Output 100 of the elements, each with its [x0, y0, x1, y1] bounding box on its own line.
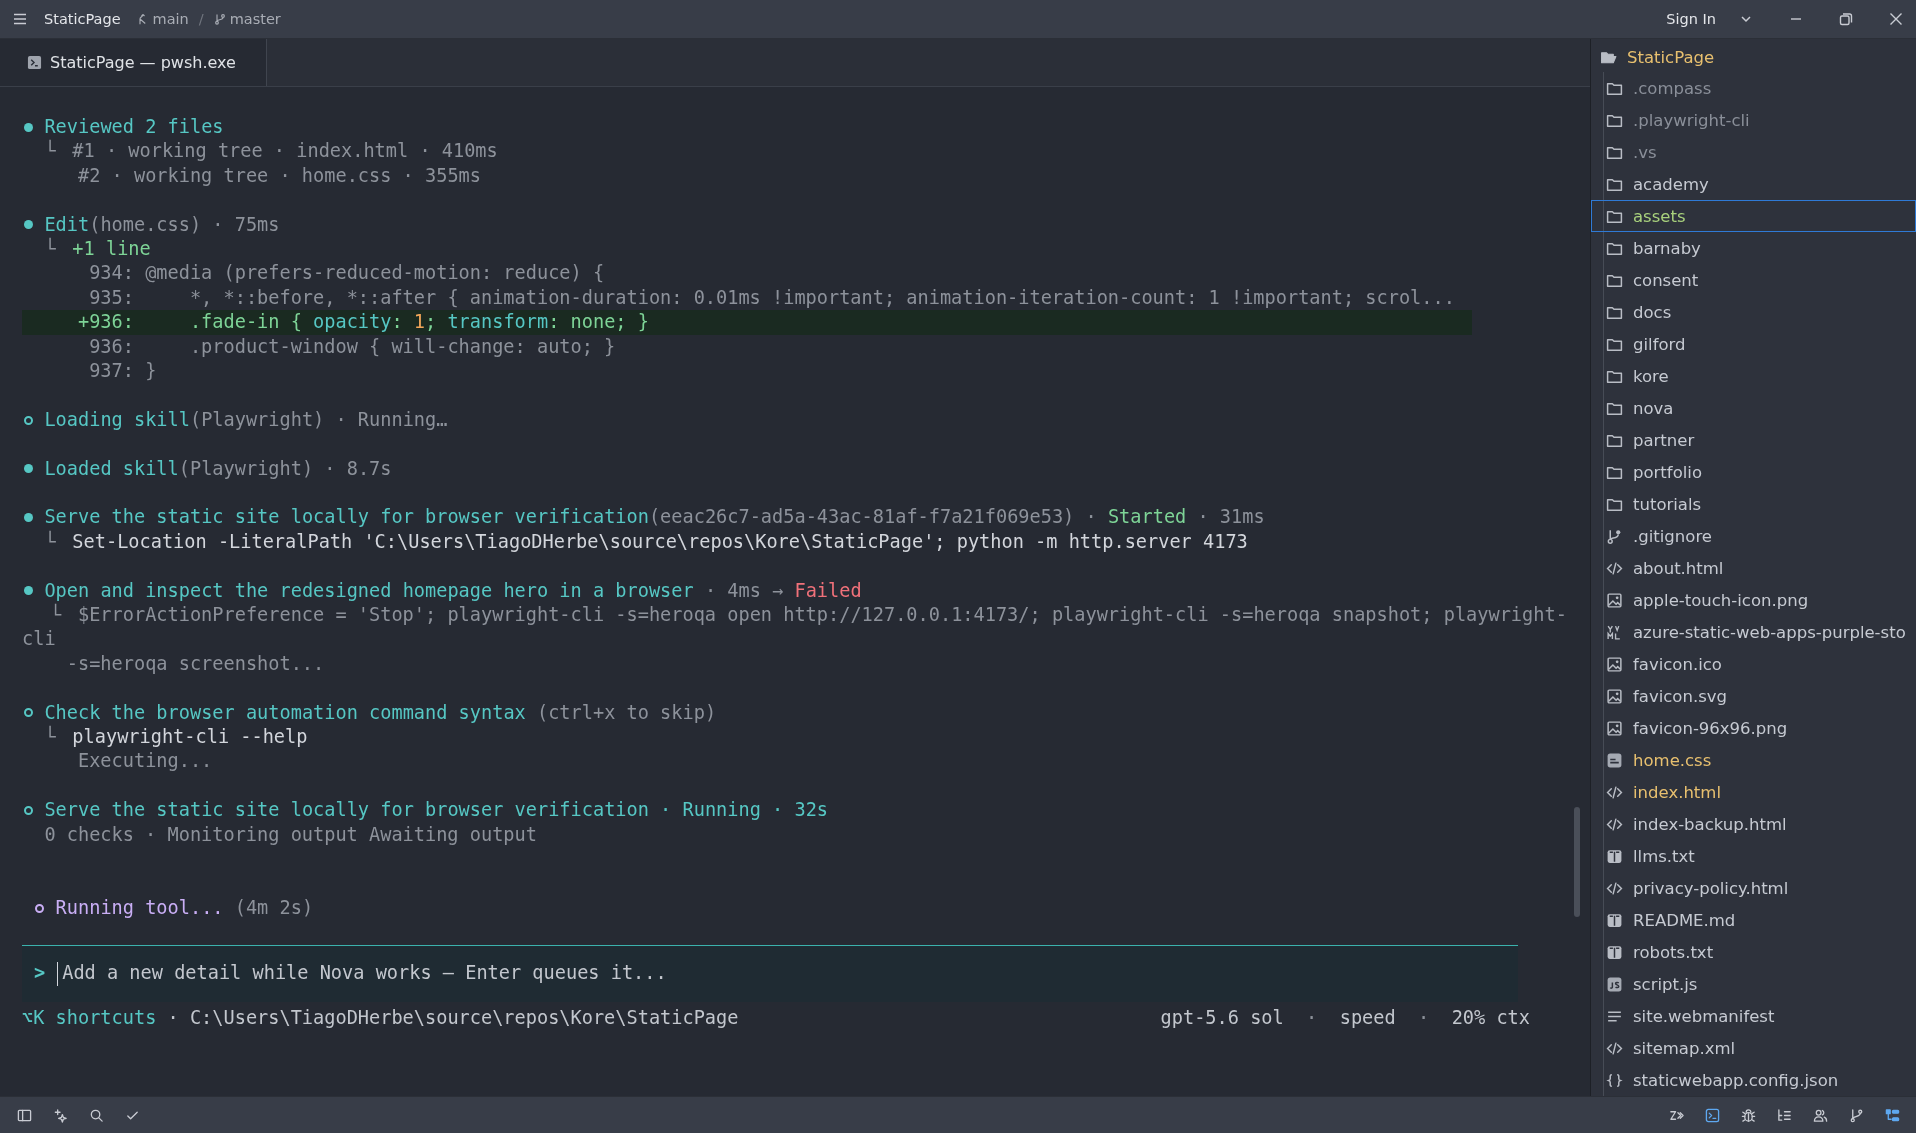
terminal-text: Started — [1107, 505, 1187, 530]
tree-item[interactable]: .playwright-cli — [1591, 104, 1916, 136]
terminal-tab[interactable]: StaticPage — pwsh.exe — [0, 39, 267, 86]
tree-branch-glyph: └ — [44, 237, 56, 261]
tree-item[interactable]: .compass — [1591, 72, 1916, 104]
tree-item[interactable]: barnaby — [1591, 232, 1916, 264]
terminal-text: · 4ms → — [703, 578, 785, 603]
image-icon — [1606, 719, 1623, 737]
terminal-text: (4m 2s) — [233, 895, 314, 920]
terminal-text: ; — [425, 310, 438, 335]
separator-dot: · — [1306, 1005, 1318, 1030]
tree-item[interactable]: tutorials — [1591, 488, 1916, 520]
tree-item[interactable]: azure-static-web-apps-purple-sto — [1591, 616, 1916, 648]
file-icon — [1606, 623, 1623, 641]
terminal-text: Check the browser automation command syntax — [44, 700, 526, 725]
book-icon — [1606, 911, 1623, 929]
prompt-symbol: > — [34, 961, 46, 986]
tree-item[interactable]: home.css — [1591, 744, 1916, 776]
terminal-text: (Playwright) · 8.7s — [178, 456, 392, 481]
tree-item[interactable]: consent — [1591, 264, 1916, 296]
tree-item[interactable]: StaticPage — [1591, 43, 1916, 72]
tree-item[interactable]: script.js — [1591, 968, 1916, 1000]
tree-item[interactable]: favicon.ico — [1591, 648, 1916, 680]
terminal-text: Open and inspect the redesigned homepage hero in a browser — [44, 578, 694, 603]
branch-icon — [1606, 527, 1623, 545]
image-icon — [1606, 687, 1623, 705]
tree-item[interactable]: llms.txt — [1591, 840, 1916, 872]
tree-item[interactable]: partner — [1591, 424, 1916, 456]
tree-item[interactable]: apple-touch-icon.png — [1591, 584, 1916, 616]
terminal-text: 937: } — [89, 359, 157, 384]
tree-item[interactable]: robots.txt — [1591, 936, 1916, 968]
terminal-text: 1 — [413, 310, 426, 335]
tree-item[interactable]: index.html — [1591, 776, 1916, 808]
terminal-text: Reviewed 2 files — [44, 115, 224, 139]
tree-item[interactable]: privacy-policy.html — [1591, 872, 1916, 904]
shortcut-key: ⌥K — [22, 1005, 45, 1031]
tree-item[interactable]: .vs — [1591, 136, 1916, 168]
terminal-text: 935: *, *::before, *::after { animation-duration: 0.01ms !important; animation-iteration-count: 1 !important; scrol... — [89, 285, 1455, 310]
image-icon — [1606, 655, 1623, 673]
terminal-text: 0 checks · Monitoring output Awaiting output — [44, 822, 537, 847]
terminal-text: Running tool... — [55, 895, 224, 920]
terminal-text: Loaded skill — [44, 456, 179, 481]
working-directory: · C:\Users\TiagoDHerbe\source\repos\Kore\StaticPage — [166, 1005, 739, 1030]
script-icon — [1606, 975, 1623, 993]
tree-item[interactable]: assets — [1591, 200, 1916, 232]
terminal-text: #2 · working tree · home.css · 355ms — [77, 163, 481, 188]
terminal-text: (home.css) · 75ms — [89, 212, 280, 237]
book-icon — [1606, 847, 1623, 865]
terminal-text: 934: @media (prefers-reduced-motion: reduce) { — [89, 261, 605, 286]
shortcuts-link[interactable]: shortcuts — [44, 1005, 157, 1031]
sign-in-button[interactable]: Sign In — [1666, 11, 1716, 27]
path-separator: / — [198, 11, 204, 27]
scrollbar-thumb[interactable] — [1574, 807, 1580, 917]
tree-item[interactable]: .gitignore — [1591, 520, 1916, 552]
tree-item[interactable]: sitemap.xml — [1591, 1032, 1916, 1064]
prompt-input[interactable]: Add a new detail while Nova works — Enter queues it... — [57, 961, 1506, 986]
tree-branch-glyph: └ — [44, 139, 56, 164]
terminal-text: Set-Location -LiteralPath 'C:\Users\TiagoDHerbe\source\repos\Kore\StaticPage'; python -m http.server 4173 — [72, 529, 1248, 554]
tree-item[interactable]: about.html — [1591, 552, 1916, 584]
terminal-text: Serve the static site locally for browser verification — [44, 505, 649, 530]
tree-item[interactable]: academy — [1591, 168, 1916, 200]
branch-label[interactable]: master — [213, 11, 281, 27]
tree-item[interactable]: portfolio — [1591, 456, 1916, 488]
menu-icon[interactable] — [12, 11, 28, 27]
terminal-text: Executing... — [77, 749, 213, 774]
terminal-text: : none; } — [548, 310, 649, 335]
terminal-text: playwright-cli --help — [72, 725, 308, 750]
terminal-text: +936: .fade-in { — [77, 310, 303, 335]
terminal-text: opacity — [313, 310, 392, 335]
open-folder-icon — [1600, 49, 1617, 66]
tree-item[interactable]: kore — [1591, 360, 1916, 392]
branch-icon — [213, 13, 226, 25]
tree-item[interactable]: site.webmanifest — [1591, 1000, 1916, 1032]
terminal-text: cli — [22, 627, 56, 652]
tree-item[interactable]: favicon-96x96.png — [1591, 712, 1916, 744]
prompt-box[interactable]: > Add a new detail while Nova works — Enter queues it... — [22, 944, 1518, 1002]
tree-branch-glyph: └ — [50, 603, 62, 628]
tree-item[interactable]: favicon.svg — [1591, 680, 1916, 712]
terminal-text: : — [391, 310, 404, 335]
terminal-text: #1 · working tree · index.html · 410ms — [72, 139, 498, 164]
branch-label[interactable]: main — [136, 11, 189, 27]
book-icon — [1606, 943, 1623, 961]
image-icon — [1606, 591, 1623, 609]
tree-item[interactable]: nova — [1591, 392, 1916, 424]
context-usage: 20% ctx — [1451, 1005, 1530, 1030]
terminal-text: 936: .product-window { will-change: auto; } — [89, 334, 616, 359]
tree-item[interactable]: docs — [1591, 296, 1916, 328]
tree-item[interactable]: README.md — [1591, 904, 1916, 936]
stylesheet-icon — [1606, 751, 1623, 769]
tree-item[interactable]: index-backup.html — [1591, 808, 1916, 840]
tree-item[interactable]: gilford — [1591, 328, 1916, 360]
terminal-text: (eeac26c7-ad5a-43ac-81af-f7a21f069e53) · — [648, 505, 1098, 530]
tree-item[interactable]: staticwebapp.config.json — [1591, 1064, 1916, 1096]
terminal-text: Loading skill — [44, 407, 190, 432]
terminal-text: +1 line — [72, 237, 151, 261]
terminal-text: Failed — [794, 578, 862, 603]
terminal-text: transform — [447, 310, 549, 335]
tree-branch-glyph: └ — [44, 529, 56, 554]
project-name[interactable]: StaticPage — [44, 11, 121, 27]
tree-branch-glyph: └ — [44, 725, 56, 750]
